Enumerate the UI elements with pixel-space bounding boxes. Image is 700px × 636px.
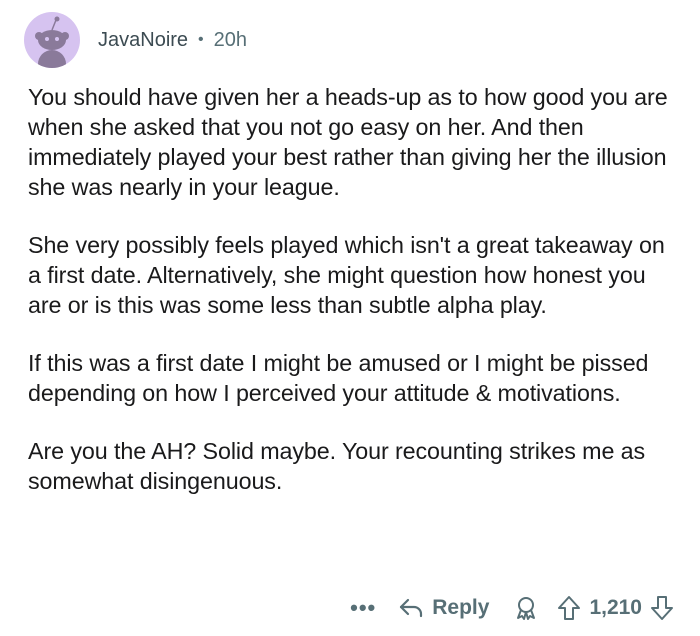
reply-label: Reply <box>432 596 490 619</box>
award-icon <box>513 595 539 621</box>
comment-paragraph: She very possibly feels played which isn… <box>28 232 665 318</box>
award-button[interactable] <box>513 595 539 621</box>
comment-body: You should have given her a heads-up as … <box>28 82 678 524</box>
comment-actions: ••• Reply 1,210 <box>350 590 674 626</box>
comment-paragraph: If this was a first date I might be amus… <box>28 350 649 406</box>
meta-separator: • <box>198 31 204 48</box>
upvote-arrow-icon[interactable] <box>557 595 581 621</box>
vote-score: 1,210 <box>589 596 642 619</box>
comment-card: JavaNoire • 20h You should have given he… <box>0 0 700 636</box>
username[interactable]: JavaNoire <box>98 29 188 52</box>
comment-age: 20h <box>213 28 248 51</box>
comment-meta: JavaNoire • 20h <box>98 29 247 52</box>
reply-arrow-icon <box>398 597 424 619</box>
downvote-arrow-icon[interactable] <box>650 595 674 621</box>
comment-paragraph: Are you the AH? Solid maybe. Your recoun… <box>28 438 646 494</box>
reply-button[interactable]: Reply <box>398 596 489 620</box>
comment-header: JavaNoire • 20h <box>24 12 247 68</box>
comment-paragraph: You should have given her a heads-up as … <box>28 84 668 200</box>
vote-controls: 1,210 <box>557 595 674 621</box>
more-options-button[interactable]: ••• <box>350 595 376 621</box>
snoo-avatar-icon[interactable] <box>24 12 80 68</box>
